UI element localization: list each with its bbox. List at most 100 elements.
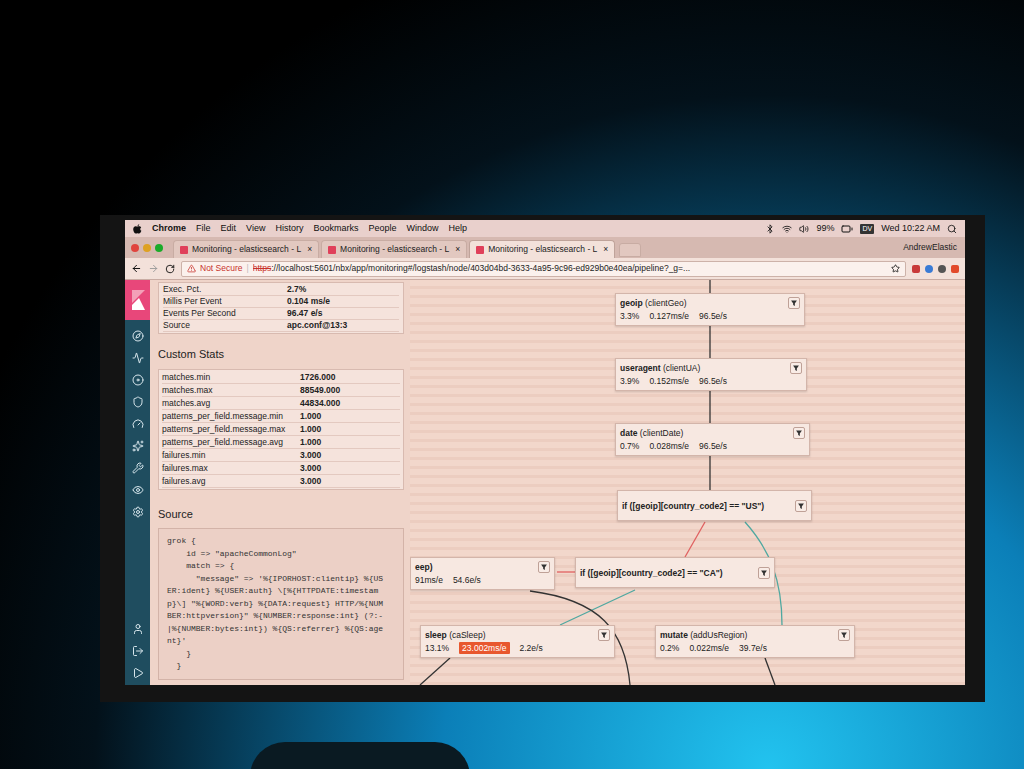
extension-icon[interactable]	[938, 265, 946, 273]
back-icon[interactable]	[131, 263, 142, 274]
nav-icon[interactable]	[132, 667, 144, 679]
browser-tab[interactable]: Monitoring - elasticsearch - L ×	[173, 240, 319, 258]
menu-item[interactable]: File	[196, 222, 211, 236]
pipeline-node[interactable]: useragent (clientUA)3.9%0.152ms/e96.5e/s	[615, 358, 807, 391]
node-title-row: date (clientDate)	[620, 427, 805, 439]
nav-icon[interactable]	[132, 396, 144, 408]
filter-icon[interactable]	[790, 362, 802, 374]
screen: Chrome File Edit View History Bookmarks People…	[125, 220, 965, 685]
pipeline-node[interactable]: date (clientDate)0.7%0.028ms/e96.5e/s	[615, 423, 810, 456]
nav-icon[interactable]	[132, 484, 144, 496]
source-heading: Source	[158, 496, 404, 523]
battery-icon	[841, 223, 853, 235]
minimize-window-button[interactable]	[143, 244, 151, 252]
not-secure-label: Not Secure	[200, 262, 243, 275]
nav-icon[interactable]	[132, 418, 144, 430]
nav-icon[interactable]	[132, 330, 144, 342]
node-stat: 13.1%	[425, 642, 449, 654]
user-badge[interactable]: DV	[860, 224, 874, 234]
kibana-favicon-icon	[476, 246, 484, 254]
tray-icon[interactable]	[765, 224, 775, 234]
pipeline-node[interactable]: eep)91ms/e54.6e/s	[410, 557, 555, 590]
tab-close-button[interactable]: ×	[307, 243, 312, 256]
nav-icon[interactable]	[132, 462, 144, 474]
pipeline-node[interactable]: if ([geoip][country_code2] == "US")	[617, 490, 812, 521]
custom-stat-row: failures.max3.000	[162, 462, 400, 475]
menu-item[interactable]: Help	[448, 222, 467, 236]
pipeline-edge	[557, 571, 575, 572]
search-icon[interactable]	[947, 224, 957, 234]
extension-icon[interactable]	[925, 265, 933, 273]
nav-icon[interactable]	[132, 623, 144, 635]
extension-icon[interactable]	[912, 265, 920, 273]
nav-icon[interactable]	[132, 374, 144, 386]
photo: Chrome File Edit View History Bookmarks People…	[0, 0, 1024, 769]
nav-icon[interactable]	[132, 352, 144, 364]
code-line: "message" => '%{IPORHOST:clientip} %{US	[167, 573, 395, 586]
filter-icon[interactable]	[598, 629, 610, 641]
custom-stat-row: matches.avg44834.000	[162, 397, 400, 410]
bookmark-star-icon[interactable]	[891, 264, 900, 273]
kibana-favicon-icon	[180, 246, 188, 254]
browser-tab[interactable]: Monitoring - elasticsearch - L ×	[321, 240, 467, 258]
pipeline-node[interactable]: geoip (clientGeo)3.3%0.127ms/e96.5e/s	[615, 293, 805, 326]
kibana-app: Exec. Pct.2.7%Millis Per Event0.104 ms/e…	[125, 280, 965, 685]
pipeline-edge	[685, 522, 705, 557]
tab-title: Monitoring - elasticsearch - L	[192, 243, 301, 256]
node-title: sleep (caSleep)	[425, 629, 486, 641]
menu-item[interactable]: Bookmarks	[313, 222, 358, 236]
custom-stat-row: failures.min3.000	[162, 449, 400, 462]
menu-item[interactable]: Edit	[221, 222, 237, 236]
tab-close-button[interactable]: ×	[603, 243, 608, 256]
custom-stats-heading: Custom Stats	[158, 340, 404, 363]
close-window-button[interactable]	[131, 244, 139, 252]
menu-item[interactable]: People	[368, 222, 396, 236]
url: https://localhost:5601/nbx/app/monitorin…	[253, 262, 690, 275]
menu-item[interactable]: History	[275, 222, 303, 236]
clock[interactable]: Wed 10:22 AM	[881, 222, 940, 236]
reload-icon[interactable]	[165, 264, 175, 274]
forward-icon[interactable]	[148, 263, 159, 274]
pipeline-node[interactable]: sleep (caSleep)13.1%23.002ms/e2.2e/s	[420, 625, 615, 658]
menu-item[interactable]: Window	[406, 222, 438, 236]
nav-icon[interactable]	[132, 506, 144, 518]
tab-close-button[interactable]: ×	[455, 243, 460, 256]
address-bar[interactable]: Not Secure|https://localhost:5601/nbx/ap…	[181, 261, 906, 277]
tray-icon[interactable]	[799, 224, 809, 234]
nav-icon[interactable]	[132, 645, 144, 657]
code-line: BER:httpversion}" %{NUMBER:response:int}…	[167, 610, 395, 623]
node-stats: 0.2%0.022ms/e39.7e/s	[660, 642, 850, 654]
node-stat: 0.152ms/e	[649, 375, 689, 387]
filter-icon[interactable]	[795, 500, 807, 512]
pipeline-node[interactable]: if ([geoip][country_code2] == "CA")	[575, 557, 775, 588]
node-stats: 91ms/e54.6e/s	[415, 574, 550, 586]
tab-title: Monitoring - elasticsearch - L	[340, 243, 449, 256]
zoom-window-button[interactable]	[155, 244, 163, 252]
app-menu[interactable]: Chrome	[152, 222, 186, 236]
node-stat: 96.5e/s	[699, 440, 727, 452]
node-title: if ([geoip][country_code2] == "US")	[622, 500, 764, 512]
menu-item[interactable]: View	[246, 222, 265, 236]
filter-icon[interactable]	[838, 629, 850, 641]
kibana-logo-icon[interactable]	[125, 280, 150, 320]
tray-icon[interactable]	[782, 224, 792, 234]
pipeline-node[interactable]: mutate (addUsRegion)0.2%0.022ms/e39.7e/s	[655, 625, 855, 658]
new-tab-button[interactable]	[619, 243, 641, 257]
filter-icon[interactable]	[538, 561, 550, 573]
browser-tab[interactable]: Monitoring - elasticsearch - L×	[469, 240, 615, 258]
node-title-row: sleep (caSleep)	[425, 629, 610, 641]
filter-icon[interactable]	[793, 427, 805, 439]
filter-icon[interactable]	[758, 567, 770, 579]
pipeline-edge	[709, 280, 710, 293]
extension-icon[interactable]	[951, 265, 959, 273]
apple-icon[interactable]	[133, 224, 142, 234]
source-code: grok { id => "apacheCommonLog" match => …	[158, 528, 404, 680]
filter-icon[interactable]	[788, 297, 800, 309]
node-title-row: mutate (addUsRegion)	[660, 629, 850, 641]
nav-icon[interactable]	[132, 440, 144, 452]
node-title-row: eep)	[415, 561, 550, 573]
node-stat: 0.127ms/e	[649, 310, 689, 322]
node-stat: 0.7%	[620, 440, 639, 452]
profile-name[interactable]: AndrewElastic	[903, 241, 957, 254]
custom-stat-row: matches.min1726.000	[162, 371, 400, 384]
